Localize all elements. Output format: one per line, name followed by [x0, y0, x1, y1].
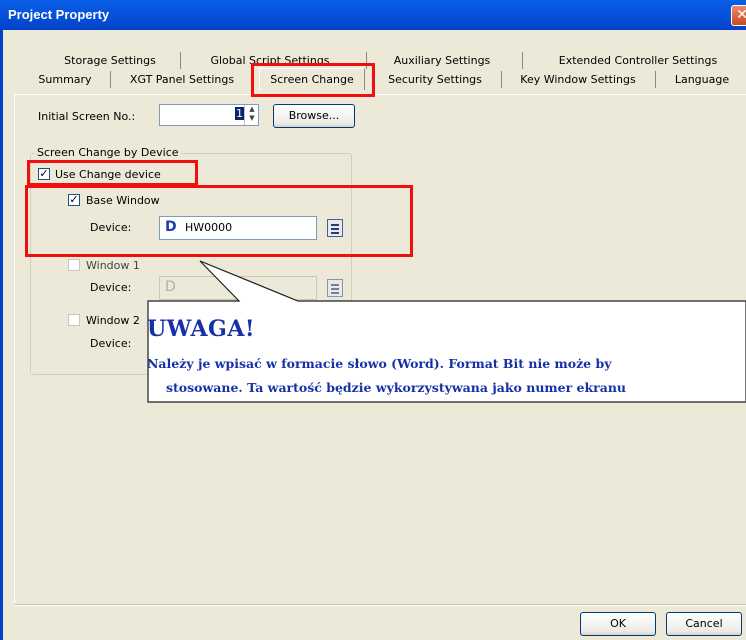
footer-divider	[14, 604, 746, 606]
callout-line-2: stosowane. Ta wartość będzie wykorzystyw…	[166, 380, 627, 395]
callout-line-1: Należy je wpisać w formacie słowo (Word)…	[147, 356, 612, 371]
ok-button[interactable]: OK	[580, 612, 656, 636]
callout-bubble	[147, 260, 746, 403]
cancel-button[interactable]: Cancel	[666, 612, 742, 636]
callout-title: UWAGA!	[147, 316, 256, 342]
